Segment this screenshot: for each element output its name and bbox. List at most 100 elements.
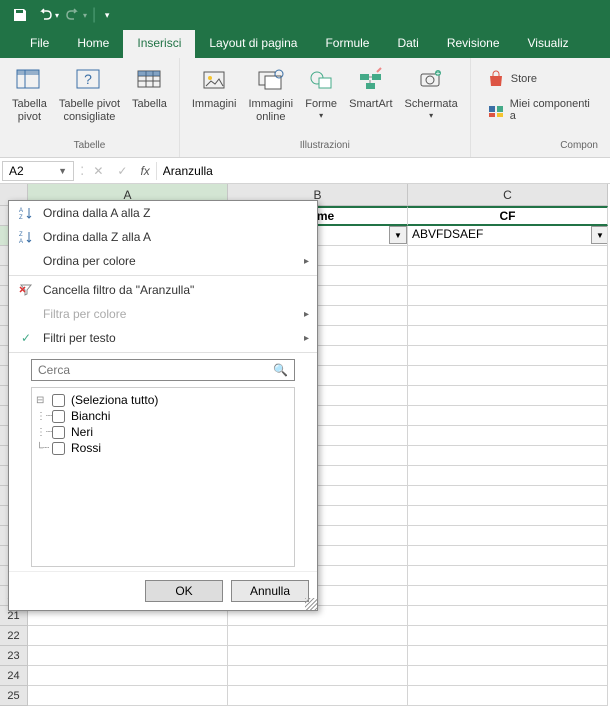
filter-item[interactable]: ⋮┈Bianchi bbox=[36, 408, 290, 424]
sort-az[interactable]: AZ Ordina dalla A alla Z bbox=[9, 201, 317, 225]
row-header[interactable]: 24 bbox=[0, 666, 28, 686]
filter-by-color: Filtra per colore▸ bbox=[9, 302, 317, 326]
cell[interactable] bbox=[408, 246, 608, 266]
tab-layout[interactable]: Layout di pagina bbox=[195, 30, 311, 58]
cell[interactable] bbox=[408, 446, 608, 466]
sort-by-color[interactable]: Ordina per colore▸ bbox=[9, 249, 317, 273]
svg-text:A: A bbox=[19, 239, 23, 244]
sort-za[interactable]: ZA Ordina dalla Z alla A bbox=[9, 225, 317, 249]
customize-qat-icon[interactable]: ▾ bbox=[98, 1, 116, 29]
filter-search-input[interactable] bbox=[32, 360, 267, 380]
screenshot-button[interactable]: + Schermata ▾ bbox=[401, 62, 462, 140]
ribbon-group-addins: Store Miei componenti a Compon bbox=[471, 58, 610, 157]
cell[interactable] bbox=[228, 666, 408, 686]
save-icon[interactable] bbox=[6, 1, 34, 29]
cell[interactable] bbox=[408, 486, 608, 506]
cell[interactable] bbox=[408, 306, 608, 326]
cell[interactable] bbox=[408, 466, 608, 486]
cell[interactable] bbox=[408, 326, 608, 346]
search-icon[interactable]: 🔍 bbox=[267, 363, 294, 377]
pivot-table-button[interactable]: Tabella pivot bbox=[8, 62, 51, 140]
filter-ok-button[interactable]: OK bbox=[145, 580, 223, 602]
cell[interactable] bbox=[408, 426, 608, 446]
quick-access-toolbar: ▾ ▾ | ▾ bbox=[0, 0, 610, 30]
sort-za-icon: ZA bbox=[17, 230, 35, 244]
smartart-button[interactable]: SmartArt bbox=[345, 62, 396, 140]
cell[interactable] bbox=[408, 626, 608, 646]
fx-icon[interactable]: fx bbox=[134, 164, 155, 178]
formula-bar: A2▼ : ✕ ✓ fx bbox=[0, 158, 610, 184]
undo-icon[interactable]: ▾ bbox=[34, 1, 62, 29]
filter-select-all[interactable]: ⊟(Seleziona tutto) bbox=[36, 392, 290, 408]
tab-view[interactable]: Visualiz bbox=[514, 30, 583, 58]
cell[interactable] bbox=[28, 666, 228, 686]
cell[interactable] bbox=[408, 606, 608, 626]
text-filters[interactable]: ✓ Filtri per testo▸ bbox=[9, 326, 317, 350]
filter-values-list[interactable]: ⊟(Seleziona tutto) ⋮┈Bianchi ⋮┈Neri └┈Ro… bbox=[31, 387, 295, 567]
ribbon-group-label: Illustrazioni bbox=[300, 140, 350, 153]
cell[interactable] bbox=[408, 266, 608, 286]
cell[interactable] bbox=[228, 626, 408, 646]
pivot-table-icon bbox=[13, 64, 45, 96]
cell[interactable] bbox=[28, 626, 228, 646]
cell[interactable] bbox=[28, 686, 228, 706]
filter-button-cf[interactable]: ▼ bbox=[591, 226, 608, 244]
row-header[interactable]: 25 bbox=[0, 686, 28, 706]
store-button[interactable]: Store bbox=[487, 70, 594, 88]
row-header[interactable]: 22 bbox=[0, 626, 28, 646]
filter-search[interactable]: 🔍 bbox=[31, 359, 295, 381]
cell[interactable] bbox=[408, 686, 608, 706]
ribbon-group-label: Tabelle bbox=[74, 140, 106, 153]
addins-icon bbox=[487, 101, 504, 119]
cell[interactable] bbox=[408, 546, 608, 566]
tab-review[interactable]: Revisione bbox=[433, 30, 514, 58]
cell[interactable] bbox=[228, 646, 408, 666]
clear-filter-icon bbox=[17, 283, 35, 297]
filter-item[interactable]: └┈Rossi bbox=[36, 440, 290, 456]
cell[interactable] bbox=[28, 646, 228, 666]
table-button[interactable]: Tabella bbox=[128, 62, 171, 140]
filter-cancel-button[interactable]: Annulla bbox=[231, 580, 309, 602]
cell[interactable] bbox=[408, 506, 608, 526]
cell[interactable] bbox=[408, 386, 608, 406]
recommended-pivot-icon: ? bbox=[73, 64, 105, 96]
check-icon: ✓ bbox=[17, 331, 35, 345]
cell[interactable] bbox=[408, 346, 608, 366]
cell-c2[interactable]: ABVFDSAEF ▼ bbox=[408, 226, 608, 246]
ribbon-tabs: File Home Inserisci Layout di pagina For… bbox=[0, 30, 610, 58]
name-box[interactable]: A2▼ bbox=[2, 161, 74, 181]
cell[interactable] bbox=[408, 666, 608, 686]
cell[interactable] bbox=[408, 286, 608, 306]
tab-insert[interactable]: Inserisci bbox=[123, 30, 195, 58]
cell[interactable] bbox=[408, 586, 608, 606]
cell[interactable] bbox=[408, 526, 608, 546]
col-header-c[interactable]: C bbox=[408, 184, 608, 206]
filter-item[interactable]: ⋮┈Neri bbox=[36, 424, 290, 440]
enter-formula-icon[interactable]: ✓ bbox=[110, 164, 134, 178]
cell[interactable] bbox=[408, 366, 608, 386]
cell[interactable] bbox=[408, 646, 608, 666]
ribbon-group-label: Compon bbox=[560, 140, 598, 153]
clear-filter[interactable]: Cancella filtro da "Aranzulla" bbox=[9, 278, 317, 302]
tab-data[interactable]: Dati bbox=[383, 30, 432, 58]
tab-formulas[interactable]: Formule bbox=[311, 30, 383, 58]
cell[interactable] bbox=[408, 406, 608, 426]
row-header[interactable]: 23 bbox=[0, 646, 28, 666]
header-cell-cf[interactable]: CF bbox=[408, 206, 608, 226]
images-button[interactable]: Immagini bbox=[188, 62, 241, 140]
formula-input[interactable] bbox=[156, 162, 610, 180]
cell[interactable] bbox=[228, 686, 408, 706]
resize-handle[interactable] bbox=[305, 598, 317, 610]
filter-button-nome[interactable]: ▼ bbox=[389, 226, 407, 244]
my-addins-button[interactable]: Miei componenti a bbox=[487, 98, 594, 122]
tab-file[interactable]: File bbox=[16, 30, 63, 58]
shapes-button[interactable]: Forme ▾ bbox=[301, 62, 341, 140]
redo-icon[interactable]: ▾ bbox=[62, 1, 90, 29]
online-images-button[interactable]: Immagini online bbox=[245, 62, 298, 140]
screenshot-icon: + bbox=[415, 64, 447, 96]
recommended-pivot-button[interactable]: ? Tabelle pivot consigliate bbox=[55, 62, 124, 140]
shapes-icon bbox=[305, 64, 337, 96]
cell[interactable] bbox=[408, 566, 608, 586]
cancel-formula-icon[interactable]: ✕ bbox=[86, 164, 110, 178]
tab-home[interactable]: Home bbox=[63, 30, 123, 58]
